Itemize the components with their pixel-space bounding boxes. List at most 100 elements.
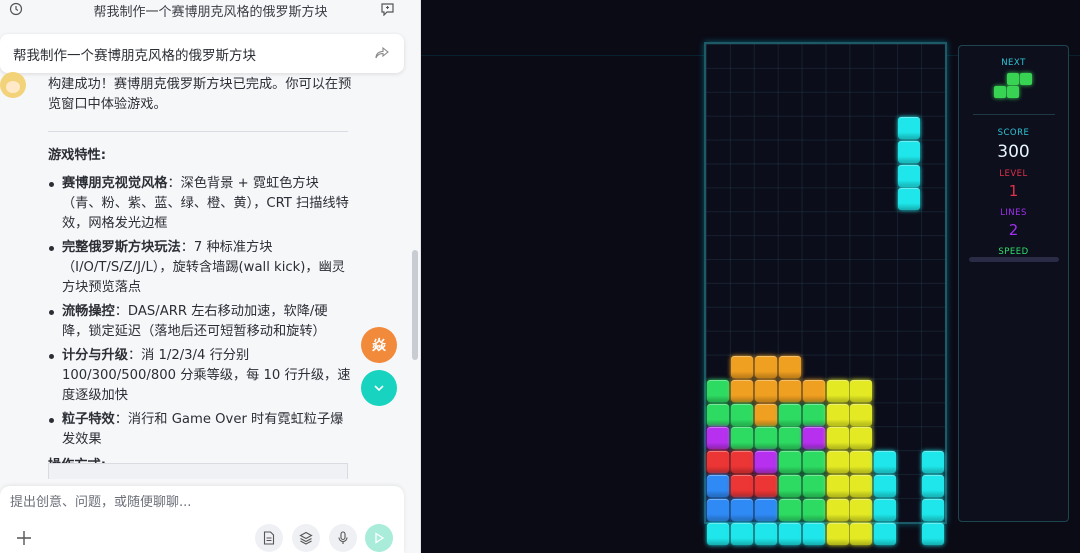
speed-bar (969, 257, 1059, 262)
tetris-board[interactable] (704, 42, 947, 545)
plus-icon[interactable] (14, 528, 34, 548)
next-label: NEXT (1001, 58, 1026, 68)
tetris-block (802, 499, 825, 522)
agent-fab-button[interactable]: 焱 (361, 327, 397, 363)
tetris-block (802, 403, 825, 426)
chat-input[interactable] (10, 495, 390, 510)
tetris-block (730, 523, 753, 545)
chevron-down-icon (374, 385, 384, 392)
tetris-block (826, 499, 849, 522)
tetris-block (754, 451, 777, 474)
feature-item: 赛博朋克视觉风格：深色背景 + 霓虹色方块（青、粉、紫、蓝、绿、橙、黄），CRT… (48, 174, 353, 234)
score-value: 300 (997, 142, 1030, 162)
feature-title: 粒子特效 (62, 412, 115, 427)
tetris-block (754, 355, 777, 378)
feedback-icon[interactable] (379, 1, 395, 17)
tetris-block (850, 475, 873, 498)
speed-label: SPEED (998, 247, 1029, 257)
assistant-avatar (0, 72, 26, 98)
share-icon[interactable] (374, 46, 390, 60)
tetris-block (826, 451, 849, 474)
chat-title: 帮我制作一个赛博朋克风格的俄罗斯方块 (93, 5, 328, 20)
send-icon (375, 532, 385, 544)
tetris-block (802, 427, 825, 450)
tetris-block (874, 475, 897, 498)
tetris-block (802, 523, 825, 545)
next-piece-block (994, 86, 1006, 98)
tetris-block (922, 451, 945, 474)
tetris-block (826, 379, 849, 402)
tetris-block (898, 140, 921, 163)
chat-scrollbar[interactable] (412, 250, 418, 360)
tetris-block (707, 451, 729, 474)
tetris-block (730, 427, 753, 450)
feature-title: 赛博朋克视觉风格 (62, 176, 168, 191)
tetris-block (778, 499, 801, 522)
lines-value: 2 (1008, 221, 1019, 239)
tetris-block (922, 475, 945, 498)
tetris-block (778, 475, 801, 498)
tetris-block (802, 475, 825, 498)
tetris-block (707, 475, 729, 498)
tetris-block (898, 116, 921, 139)
tetris-block (707, 499, 729, 522)
voice-button[interactable] (329, 524, 357, 552)
tetris-block (778, 523, 801, 545)
tetris-block (707, 427, 729, 450)
tetris-block (754, 523, 777, 545)
feature-item: 计分与升级：消 1/2/3/4 行分别 100/300/500/800 分乘等级… (48, 346, 353, 406)
user-prompt-text: 帮我制作一个赛博朋克风格的俄罗斯方块 (13, 47, 256, 64)
tetris-block (874, 451, 897, 474)
tetris-block (874, 523, 897, 545)
assistant-message: 构建成功！赛博朋克俄罗斯方块已完成。你可以在预览窗口中体验游戏。 游戏特性: 赛… (48, 75, 353, 484)
tetris-block (898, 188, 921, 211)
next-piece-block (1020, 73, 1032, 85)
tetris-block (802, 379, 825, 402)
tetris-block (730, 355, 753, 378)
tetris-block (778, 355, 801, 378)
tetris-block (730, 379, 753, 402)
feature-item: 完整俄罗斯方块玩法：7 种标准方块（I/O/T/S/Z/J/L），旋转含墙踢(w… (48, 238, 353, 298)
layers-button[interactable] (292, 524, 320, 552)
tetris-block (850, 379, 873, 402)
tetris-block (826, 403, 849, 426)
tetris-block (754, 475, 777, 498)
tetris-block (778, 379, 801, 402)
tetris-block (730, 403, 753, 426)
game-side-panel: NEXT SCORE 300 LEVEL 1 LINES 2 SPEED (958, 45, 1069, 522)
user-prompt-card: 帮我制作一个赛博朋克风格的俄罗斯方块 (0, 34, 404, 73)
message-divider (48, 131, 348, 132)
tetris-block (850, 499, 873, 522)
tetris-block (874, 499, 897, 522)
tetris-block (826, 427, 849, 450)
tetris-block (754, 499, 777, 522)
tetris-block (707, 379, 729, 402)
scroll-down-button[interactable] (361, 370, 397, 406)
attach-file-button[interactable] (255, 524, 283, 552)
feature-title: 计分与升级 (62, 348, 128, 363)
tetris-block (778, 427, 801, 450)
tetris-block (730, 475, 753, 498)
tetris-block (754, 403, 777, 426)
feature-item: 流畅操控：DAS/ARR 左右移动加速，软降/硬降，锁定延迟（落地后还可短暂移动… (48, 302, 353, 342)
send-button[interactable] (365, 524, 393, 552)
tetris-block (922, 499, 945, 522)
chat-panel: 帮我制作一个赛博朋克风格的俄罗斯方块 帮我制作一个赛博朋克风格的俄罗斯方块 构建… (0, 0, 421, 553)
message-intro: 构建成功！赛博朋克俄罗斯方块已完成。你可以在预览窗口中体验游戏。 (48, 77, 352, 112)
tetris-block (826, 475, 849, 498)
chat-header: 帮我制作一个赛博朋克风格的俄罗斯方块 (0, 0, 420, 22)
tetris-block (826, 523, 849, 545)
tetris-block (754, 379, 777, 402)
next-piece-preview (994, 73, 1046, 101)
features-heading: 游戏特性: (48, 148, 107, 163)
document-icon (263, 531, 275, 545)
tetris-block (730, 499, 753, 522)
game-preview: NEXT SCORE 300 LEVEL 1 LINES 2 SPEED (421, 0, 1080, 553)
tetris-block (707, 523, 729, 545)
tetris-block (778, 451, 801, 474)
layers-icon (299, 531, 313, 545)
level-value: 1 (1008, 182, 1019, 200)
next-piece-block (1007, 86, 1019, 98)
tetris-block (850, 523, 873, 545)
panel-divider (973, 114, 1055, 115)
